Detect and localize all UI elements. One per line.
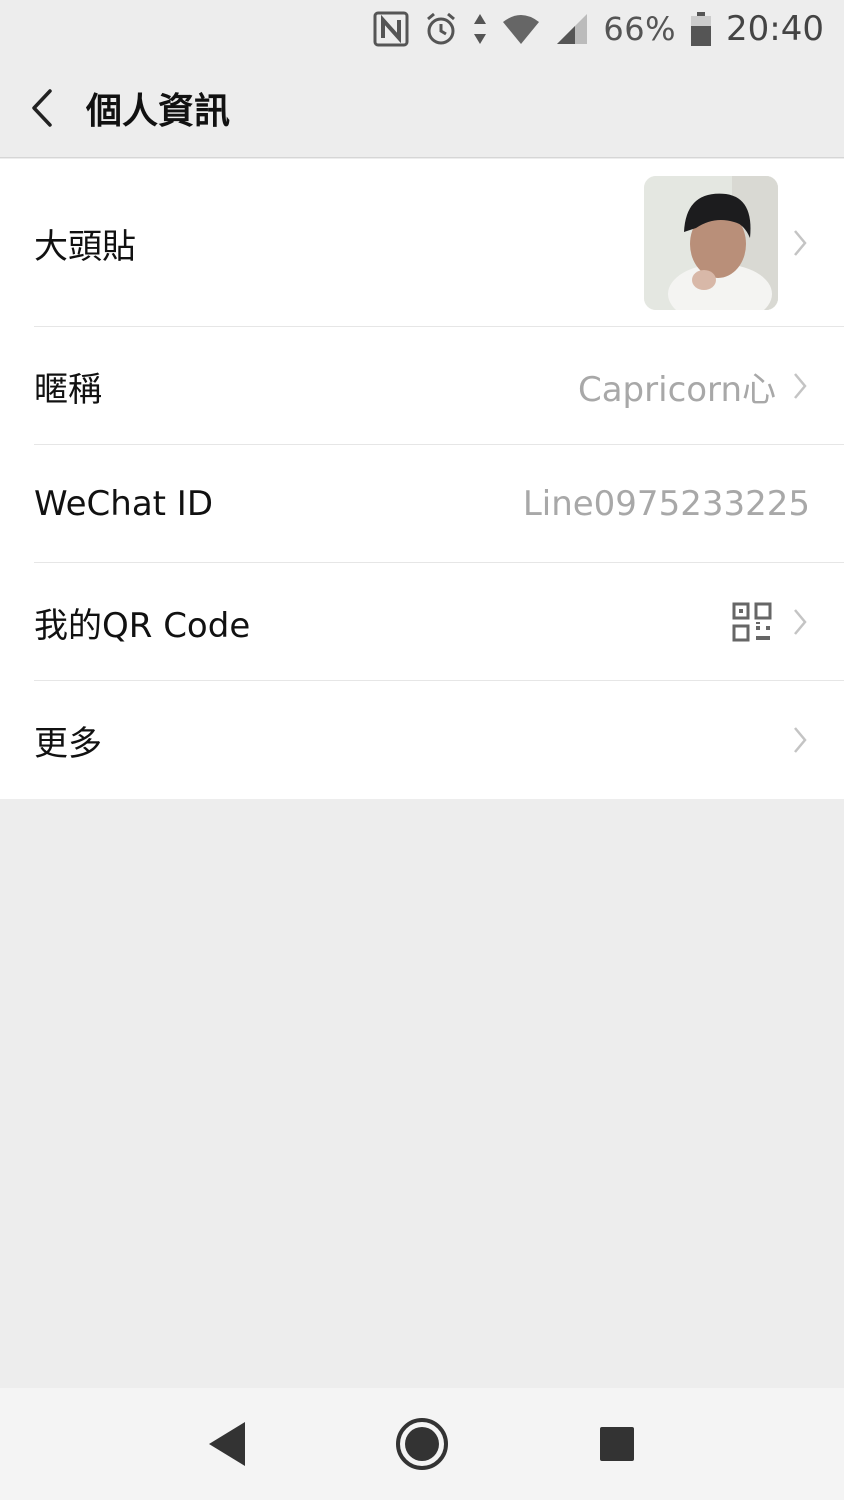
back-button[interactable] [2,58,82,158]
navigation-bar [0,1388,844,1500]
nickname-value: Capricorn心 [577,369,776,410]
chevron-right-icon [790,608,810,636]
wifi-icon [501,12,541,46]
qr-code-icon [732,602,772,642]
page-title: 個人資訊 [86,90,231,132]
chevron-right-icon [790,372,810,400]
nav-home-icon [395,1418,448,1470]
avatar [644,176,778,310]
signal-icon [555,12,589,46]
row-more[interactable]: 更多 [0,681,844,799]
row-label: 大頭貼 [34,226,136,267]
row-label: 更多 [34,723,102,764]
nav-back-button[interactable] [187,1404,267,1484]
header: 個人資訊 [0,58,844,158]
chevron-right-icon [790,229,810,257]
row-wechat-id: WeChat ID Line0975233225 [0,445,844,563]
row-qr-code[interactable]: 我的QR Code [0,563,844,681]
nav-back-icon [209,1422,246,1466]
alarm-icon [423,11,459,47]
chevron-left-icon [32,88,52,127]
data-arrows-icon [473,12,487,46]
row-label: 暱稱 [34,369,102,410]
wechat-id-value: Line0975233225 [522,484,810,524]
row-profile-photo[interactable]: 大頭貼 [0,159,844,327]
status-bar: 66% 20:40 [0,0,844,58]
row-label: 我的QR Code [34,605,251,646]
status-time: 20:40 [726,9,824,49]
battery-icon [690,11,712,47]
profile-list: 大頭貼 暱稱 Capricorn心 WeChat ID Line09752332… [0,159,844,799]
chevron-right-icon [790,726,810,754]
nav-recents-button[interactable] [577,1404,657,1484]
row-nickname[interactable]: 暱稱 Capricorn心 [0,327,844,445]
nfc-icon [373,11,409,47]
row-label: WeChat ID [34,484,214,524]
nav-recents-icon [599,1427,634,1461]
battery-percentage: 66% [603,10,677,48]
nav-home-button[interactable] [382,1404,462,1484]
